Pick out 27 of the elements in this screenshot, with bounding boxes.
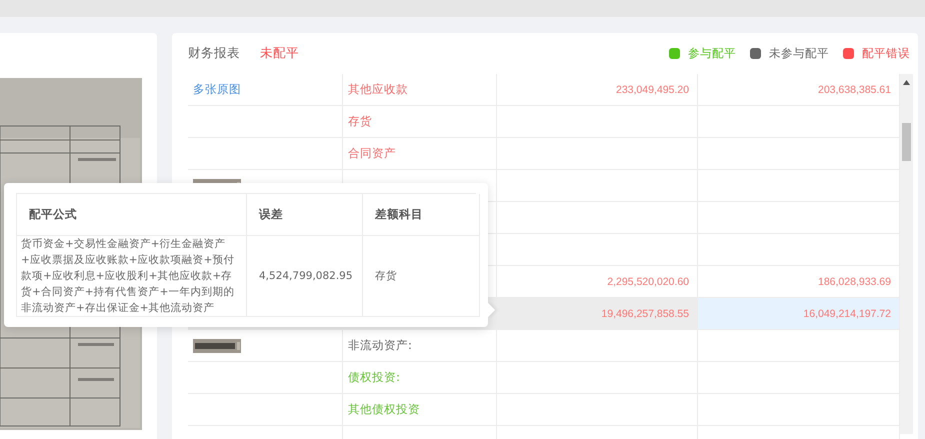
subject-cell: 存货 [363, 236, 480, 317]
amount: 19,496,257,858.55 [601, 308, 689, 320]
legend-item: 配平错误 [843, 46, 910, 61]
item-label: 其他应收款 [348, 82, 408, 97]
balance-status: 未配平 [260, 45, 299, 62]
amount: 16,049,214,197.72 [803, 308, 891, 320]
item-label: 其他债权投资 [348, 402, 420, 417]
legend-item: 参与配平 [669, 46, 736, 61]
scroll-up-icon[interactable] [903, 80, 910, 85]
item-label: 存货 [348, 114, 372, 129]
column-header: 误差 [247, 194, 363, 236]
item-label: 非流动资产: [348, 338, 412, 353]
item-label: 债权投资: [348, 370, 400, 385]
column-header: 差额科目 [363, 194, 480, 236]
column-header: 配平公式 [17, 194, 247, 236]
formula-cell: 货币资金+交易性金融资产+衍生金融资产+应收票据及应收账款+应收款项融资+预付款项+应收利息+应收股利+其他应收款+存货+合同资产+持有代售资产+一年内到期的非流动资产+存出保证金+其他流动资产 [17, 236, 247, 317]
report-title: 财务报表 [188, 45, 240, 62]
amount: 203,638,385.61 [818, 84, 891, 96]
scrollbar-thumb[interactable] [902, 123, 911, 161]
amount: 186,028,933.69 [818, 276, 891, 288]
difference-cell: 4,524,799,082.95 [247, 236, 363, 317]
amount: 233,049,495.20 [616, 84, 689, 96]
legend-item: 未参与配平 [750, 46, 829, 61]
item-label: 合同资产 [348, 146, 396, 161]
amount: 2,295,520,020.60 [607, 276, 689, 288]
source-link[interactable]: 多张原图 [193, 82, 241, 97]
scrollbar[interactable] [900, 74, 913, 434]
